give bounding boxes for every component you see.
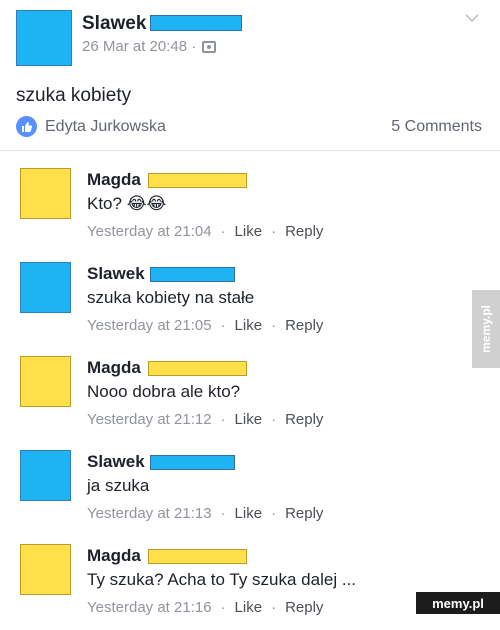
reaction-names[interactable]: Edyta Jurkowska bbox=[45, 118, 166, 136]
comment-time[interactable]: Yesterday at 21:05 bbox=[87, 317, 212, 334]
redacted-surname bbox=[150, 455, 235, 470]
reply-link[interactable]: Reply bbox=[285, 599, 323, 616]
comment-author[interactable]: Slawek bbox=[87, 264, 145, 284]
post-meta: 26 Mar at 20:48 · bbox=[82, 38, 217, 55]
post-text: szuka kobiety bbox=[16, 85, 132, 106]
comment: Magda Nooo dobra ale kto? Yesterday at 2… bbox=[0, 348, 500, 442]
comment: Slawek ja szuka Yesterday at 21:13 · Like ·… bbox=[0, 442, 500, 536]
comment-meta: Yesterday at 21:12 · Like · Reply bbox=[87, 411, 324, 428]
comment-time[interactable]: Yesterday at 21:13 bbox=[87, 505, 212, 522]
reply-link[interactable]: Reply bbox=[285, 411, 323, 428]
comment-text: Nooo dobra ale kto? bbox=[87, 382, 241, 401]
comments-count[interactable]: 5 Comments bbox=[391, 118, 482, 136]
comment-text: ja szuka bbox=[87, 476, 150, 495]
comment-avatar[interactable] bbox=[20, 450, 71, 501]
comment-meta: Yesterday at 21:05 · Like · Reply bbox=[87, 317, 324, 334]
like-link[interactable]: Like bbox=[235, 223, 263, 240]
post-author-name[interactable]: Slawek bbox=[82, 13, 146, 35]
reactions-summary[interactable]: Edyta Jurkowska bbox=[16, 116, 166, 137]
corner-watermark: memy.pl bbox=[416, 592, 500, 614]
like-link[interactable]: Like bbox=[235, 505, 263, 522]
reply-link[interactable]: Reply bbox=[285, 223, 323, 240]
redacted-surname bbox=[148, 361, 247, 376]
comment-author[interactable]: Slawek bbox=[87, 452, 145, 472]
reply-link[interactable]: Reply bbox=[285, 317, 323, 334]
comment: Magda Ty szuka? Acha to Ty szuka dalej .… bbox=[0, 536, 500, 630]
comment-meta: Yesterday at 21:13 · Like · Reply bbox=[87, 505, 324, 522]
comment-author[interactable]: Magda bbox=[87, 546, 141, 566]
comment: Magda Kto? 😂😂 Yesterday at 21:04 · Like · Re… bbox=[0, 160, 500, 254]
like-link[interactable]: Like bbox=[235, 317, 263, 334]
redacted-surname bbox=[150, 15, 242, 31]
audience-icon[interactable] bbox=[202, 40, 217, 53]
comment-time[interactable]: Yesterday at 21:04 bbox=[87, 223, 212, 240]
post-timestamp[interactable]: 26 Mar at 20:48 · bbox=[82, 38, 196, 55]
like-reaction-icon bbox=[16, 116, 37, 137]
redacted-surname bbox=[148, 549, 247, 564]
post-author-avatar[interactable] bbox=[16, 10, 72, 66]
side-watermark: memy.pl bbox=[472, 290, 500, 368]
like-link[interactable]: Like bbox=[235, 599, 263, 616]
comment-avatar[interactable] bbox=[20, 544, 71, 595]
redacted-surname bbox=[148, 173, 247, 188]
comment-author[interactable]: Magda bbox=[87, 170, 141, 190]
chevron-down-icon[interactable] bbox=[464, 10, 480, 26]
like-link[interactable]: Like bbox=[235, 411, 263, 428]
comment-meta: Yesterday at 21:16 · Like · Reply bbox=[87, 599, 324, 616]
comment-text: Ty szuka? Acha to Ty szuka dalej ... bbox=[87, 570, 356, 589]
comment-author[interactable]: Magda bbox=[87, 358, 141, 378]
comment-meta: Yesterday at 21:04 · Like · Reply bbox=[87, 223, 324, 240]
comment: Slawek szuka kobiety na stałe Yesterday … bbox=[0, 254, 500, 348]
comment-avatar[interactable] bbox=[20, 262, 71, 313]
comment-text: szuka kobiety na stałe bbox=[87, 288, 255, 307]
divider bbox=[0, 150, 500, 151]
reply-link[interactable]: Reply bbox=[285, 505, 323, 522]
comment-text: Kto? 😂😂 bbox=[87, 194, 167, 213]
comment-time[interactable]: Yesterday at 21:12 bbox=[87, 411, 212, 428]
comment-avatar[interactable] bbox=[20, 168, 71, 219]
redacted-surname bbox=[150, 267, 235, 282]
comment-avatar[interactable] bbox=[20, 356, 71, 407]
comment-time[interactable]: Yesterday at 21:16 bbox=[87, 599, 212, 616]
